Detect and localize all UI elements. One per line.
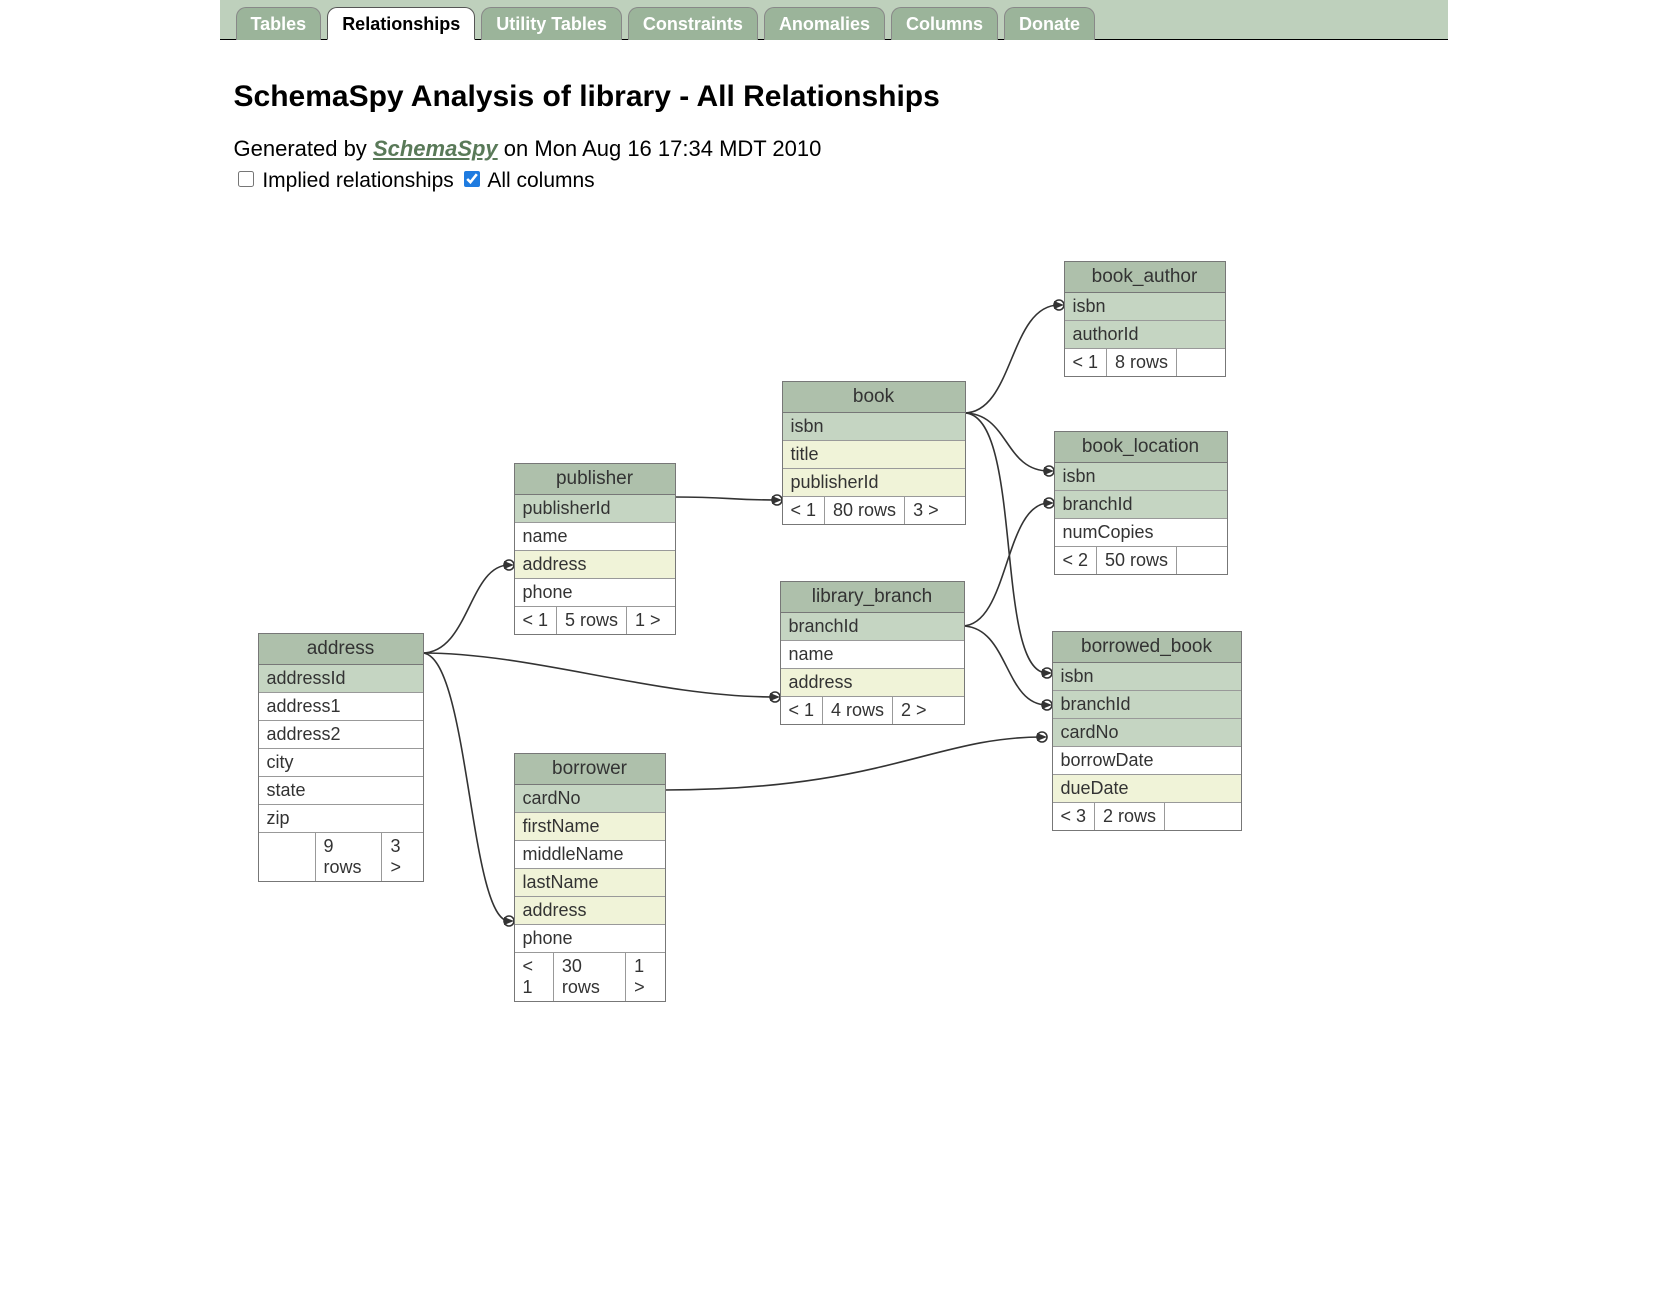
table-book-location[interactable]: book_location isbn branchId numCopies < … (1054, 431, 1228, 575)
table-foot: < 1 30 rows 1 > (515, 953, 665, 1001)
col: branchId (1053, 691, 1241, 719)
table-foot: < 1 80 rows 3 > (783, 497, 965, 524)
table-foot: < 2 50 rows (1055, 547, 1227, 574)
col: branchId (781, 613, 964, 641)
allcolumns-label: All columns (487, 169, 594, 192)
col: address2 (259, 721, 423, 749)
col: isbn (1055, 463, 1227, 491)
allcolumns-checkbox[interactable] (464, 171, 480, 187)
col: publisherId (783, 469, 965, 497)
page-title: SchemaSpy Analysis of library - All Rela… (234, 80, 1434, 114)
col: title (783, 441, 965, 469)
table-foot: 9 rows 3 > (259, 833, 423, 881)
implied-label: Implied relationships (262, 169, 453, 192)
table-title: address (259, 634, 423, 665)
tab-anomalies[interactable]: Anomalies (764, 7, 885, 40)
col: state (259, 777, 423, 805)
table-book-author[interactable]: book_author isbn authorId < 1 8 rows (1064, 261, 1226, 377)
table-title: borrower (515, 754, 665, 785)
col: firstName (515, 813, 665, 841)
table-title: library_branch (781, 582, 964, 613)
tab-utility[interactable]: Utility Tables (481, 7, 622, 40)
col: cardNo (1053, 719, 1241, 747)
table-address[interactable]: address addressId address1 address2 city… (258, 633, 424, 882)
table-foot: < 1 4 rows 2 > (781, 697, 964, 724)
generated-prefix: Generated by (234, 136, 373, 161)
implied-checkbox[interactable] (238, 171, 254, 187)
tab-constraints[interactable]: Constraints (628, 7, 758, 40)
col: cardNo (515, 785, 665, 813)
schemaspy-link[interactable]: SchemaSpy (373, 136, 498, 161)
col: dueDate (1053, 775, 1241, 803)
col: phone (515, 925, 665, 953)
table-book[interactable]: book isbn title publisherId < 1 80 rows … (782, 381, 966, 525)
col: city (259, 749, 423, 777)
col: numCopies (1055, 519, 1227, 547)
table-foot: < 1 5 rows 1 > (515, 607, 675, 634)
table-borrowed-book[interactable]: borrowed_book isbn branchId cardNo borro… (1052, 631, 1242, 831)
table-foot: < 1 8 rows (1065, 349, 1225, 376)
col: zip (259, 805, 423, 833)
table-title: book_location (1055, 432, 1227, 463)
generated-line: Generated by SchemaSpy on Mon Aug 16 17:… (234, 136, 1434, 162)
generated-suffix: on Mon Aug 16 17:34 MDT 2010 (498, 136, 822, 161)
col: address (515, 897, 665, 925)
col: isbn (1065, 293, 1225, 321)
col: addressId (259, 665, 423, 693)
table-foot: < 3 2 rows (1053, 803, 1241, 830)
table-title: publisher (515, 464, 675, 495)
col: address (515, 551, 675, 579)
col: publisherId (515, 495, 675, 523)
col: name (781, 641, 964, 669)
table-library-branch[interactable]: library_branch branchId name address < 1… (780, 581, 965, 725)
table-borrower[interactable]: borrower cardNo firstName middleName las… (514, 753, 666, 1002)
col: isbn (783, 413, 965, 441)
col: address1 (259, 693, 423, 721)
options-row: Implied relationships All columns (234, 168, 1434, 193)
col: authorId (1065, 321, 1225, 349)
tab-bar: Tables Relationships Utility Tables Cons… (220, 0, 1448, 40)
tab-donate[interactable]: Donate (1004, 7, 1095, 40)
table-title: borrowed_book (1053, 632, 1241, 663)
tab-columns[interactable]: Columns (891, 7, 998, 40)
table-title: book (783, 382, 965, 413)
col: address (781, 669, 964, 697)
tab-relationships[interactable]: Relationships (327, 7, 475, 40)
diagram-canvas: address addressId address1 address2 city… (234, 193, 1462, 1013)
col: middleName (515, 841, 665, 869)
col: isbn (1053, 663, 1241, 691)
table-publisher[interactable]: publisher publisherId name address phone… (514, 463, 676, 635)
col: phone (515, 579, 675, 607)
col: name (515, 523, 675, 551)
tab-tables[interactable]: Tables (236, 7, 322, 40)
table-title: book_author (1065, 262, 1225, 293)
col: branchId (1055, 491, 1227, 519)
col: borrowDate (1053, 747, 1241, 775)
col: lastName (515, 869, 665, 897)
